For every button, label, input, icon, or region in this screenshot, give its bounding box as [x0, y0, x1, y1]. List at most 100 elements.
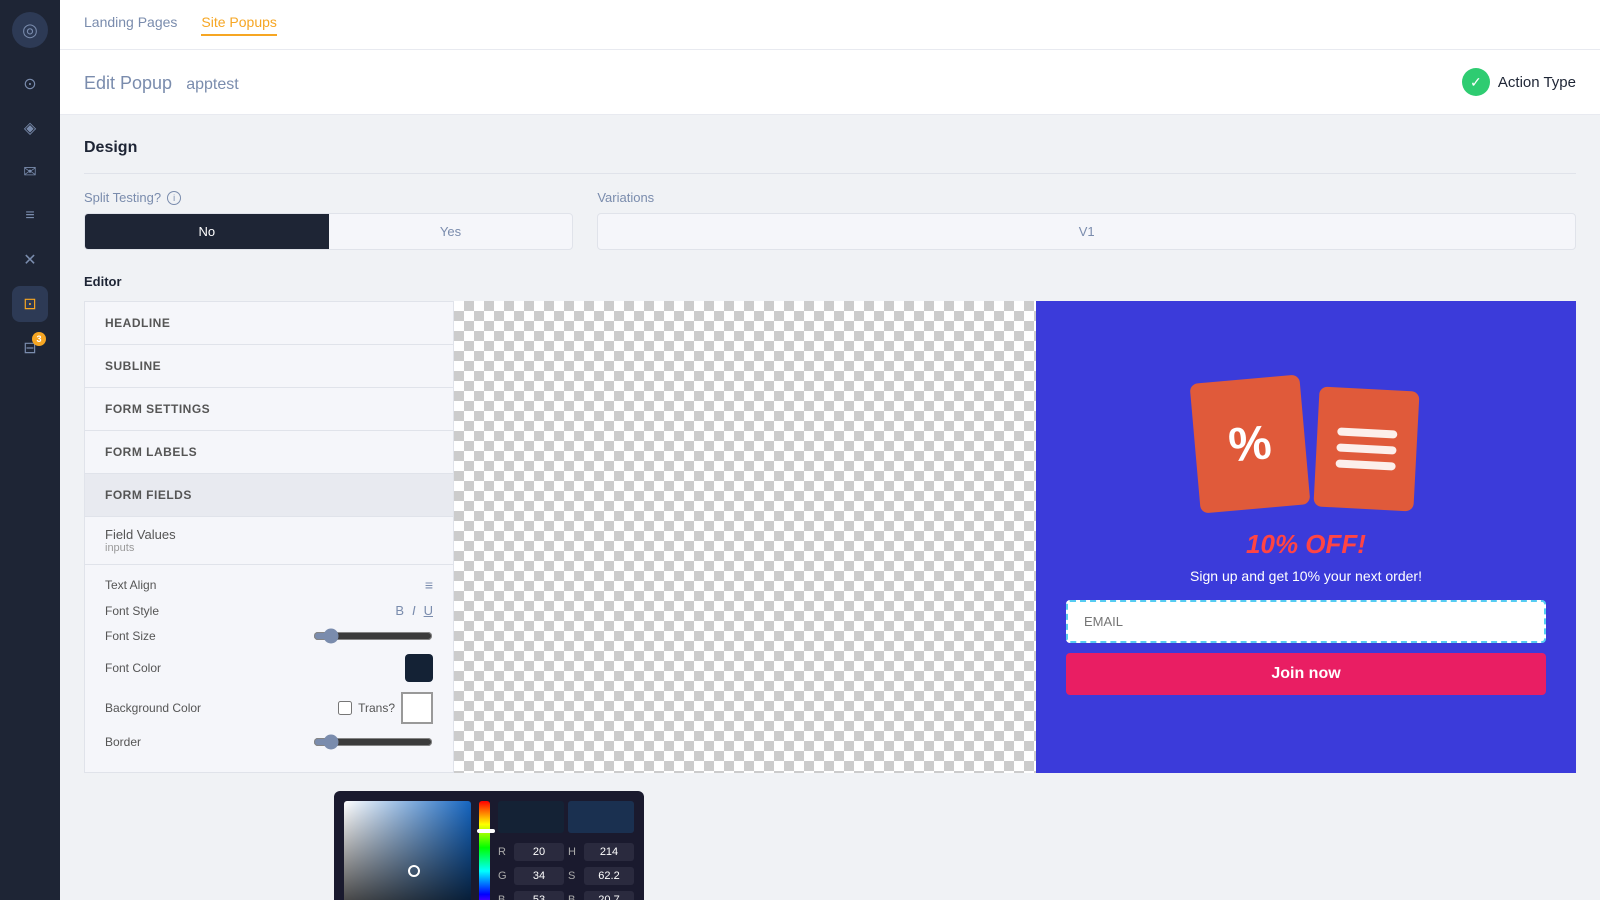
editor-area: HEADLINE SUBLINE FORM SETTINGS FORM LABE… — [84, 301, 1576, 773]
split-testing-col: Split Testing? i No Yes — [84, 190, 573, 250]
font-size-row: Font Size — [105, 628, 433, 644]
page-title: Edit Popup apptest — [84, 69, 239, 94]
action-type-button[interactable]: ✓ Action Type — [1462, 68, 1576, 96]
field-values-sub: inputs — [105, 542, 433, 554]
line-bar-1 — [1337, 427, 1397, 438]
font-style-value: B I U — [395, 603, 433, 618]
align-left-icon[interactable]: ≡ — [425, 577, 433, 593]
variations-label: Variations — [597, 190, 1576, 205]
g-input[interactable] — [514, 867, 564, 885]
background-color-row: Background Color Trans? — [105, 692, 433, 724]
picker-controls: R H G S B B — [498, 801, 634, 900]
r-input-row: R H — [498, 843, 634, 861]
preview-canvas: % 10% OFF! Sign up and get 10% your next… — [454, 301, 1576, 773]
sidebar-icon-integrations[interactable]: ✕ — [12, 242, 48, 278]
line-bar-2 — [1336, 443, 1396, 454]
font-style-row: Font Style B I U — [105, 603, 433, 618]
popup-tagline: Sign up and get 10% your next order! — [1190, 568, 1422, 584]
border-slider[interactable] — [313, 734, 433, 750]
font-size-slider[interactable] — [313, 628, 433, 644]
analytics-icon: ◈ — [24, 118, 36, 138]
hue-indicator — [477, 829, 495, 833]
text-align-value: ≡ — [425, 577, 433, 593]
font-color-row: Font Color — [105, 654, 433, 682]
app-logo: ◎ — [12, 12, 48, 48]
g-label: G — [498, 870, 510, 882]
b2-label: B — [568, 894, 580, 900]
h-input[interactable] — [584, 843, 634, 861]
split-yes-button[interactable]: Yes — [329, 214, 573, 249]
font-color-label: Font Color — [105, 661, 161, 675]
editor-controls: Text Align ≡ Font Style B I U — [85, 565, 453, 772]
tab-landing-pages[interactable]: Landing Pages — [84, 14, 177, 36]
popup-join-button[interactable]: Join now — [1066, 653, 1546, 695]
border-label: Border — [105, 735, 141, 749]
sidebar-icon-popup[interactable]: ⊡ — [12, 286, 48, 322]
integrations-icon: ✕ — [23, 250, 36, 270]
popup-illustration: % — [1195, 379, 1417, 509]
action-type-check-icon: ✓ — [1462, 68, 1490, 96]
dashboard-icon: ⊙ — [23, 74, 36, 94]
border-row: Border — [105, 734, 433, 750]
color-gradient-area[interactable] — [344, 801, 471, 900]
sidebar-icon-analytics[interactable]: ◈ — [12, 110, 48, 146]
b2-input[interactable] — [584, 891, 634, 900]
lines-tag — [1313, 386, 1419, 511]
design-section-title: Design — [84, 139, 1576, 157]
menu-form-settings[interactable]: FORM SETTINGS — [85, 388, 453, 431]
email-icon: ✉ — [23, 162, 36, 182]
color-preview-old — [568, 801, 634, 833]
menu-subline[interactable]: SUBLINE — [85, 345, 453, 388]
r-input[interactable] — [514, 843, 564, 861]
split-no-button[interactable]: No — [85, 214, 329, 249]
font-style-label: Font Style — [105, 604, 159, 618]
info-icon[interactable]: i — [167, 191, 181, 205]
color-picker-popup: R H G S B B — [334, 791, 644, 900]
menu-headline[interactable]: HEADLINE — [85, 302, 453, 345]
text-align-row: Text Align ≡ — [105, 577, 433, 593]
sidebar-icon-pages[interactable]: ≡ — [12, 198, 48, 234]
font-size-label: Font Size — [105, 629, 156, 643]
pages-icon: ≡ — [25, 207, 34, 225]
trans-checkbox[interactable] — [338, 701, 352, 715]
h-label: H — [568, 846, 580, 858]
menu-form-fields[interactable]: FORM FIELDS — [85, 474, 453, 517]
italic-icon[interactable]: I — [412, 603, 416, 618]
hue-slider[interactable] — [479, 801, 490, 900]
field-values-area: Field Values inputs — [85, 517, 453, 565]
bg-color-swatch[interactable] — [401, 692, 433, 724]
sidebar-icon-notifications[interactable]: ⊟ 3 — [12, 330, 48, 366]
sidebar-icon-dashboard[interactable]: ⊙ — [12, 66, 48, 102]
text-align-label: Text Align — [105, 578, 156, 592]
s-input[interactable] — [584, 867, 634, 885]
percent-tag: % — [1190, 374, 1311, 513]
split-testing-label: Split Testing? i — [84, 190, 573, 205]
page-title-area: Edit Popup apptest — [84, 69, 239, 95]
line-bar-3 — [1335, 459, 1395, 470]
tab-site-popups[interactable]: Site Popups — [201, 14, 277, 36]
font-color-swatch[interactable] — [405, 654, 433, 682]
field-values-label: Field Values — [105, 527, 433, 542]
split-testing-toggle: No Yes — [84, 213, 573, 250]
sidebar-icon-email[interactable]: ✉ — [12, 154, 48, 190]
top-navigation: Landing Pages Site Popups — [60, 0, 1600, 50]
notifications-badge: 3 — [32, 332, 46, 346]
background-color-label: Background Color — [105, 701, 201, 715]
color-preview-new — [498, 801, 564, 833]
popup-email-input[interactable] — [1066, 600, 1546, 643]
popup-discount-text: 10% OFF! — [1246, 529, 1366, 560]
popup-icon: ⊡ — [23, 294, 36, 314]
menu-form-labels[interactable]: FORM LABELS — [85, 431, 453, 474]
b-input-row: B B — [498, 891, 634, 900]
editor-section-title: Editor — [84, 274, 1576, 289]
r-label: R — [498, 846, 510, 858]
variation-v1[interactable]: V1 — [597, 213, 1576, 250]
s-label: S — [568, 870, 580, 882]
sidebar: ◎ ⊙ ◈ ✉ ≡ ✕ ⊡ ⊟ 3 — [0, 0, 60, 900]
bold-icon[interactable]: B — [395, 603, 404, 618]
underline-icon[interactable]: U — [424, 603, 433, 618]
bg-color-area: Trans? — [338, 692, 433, 724]
popup-preview: % 10% OFF! Sign up and get 10% your next… — [1036, 301, 1576, 773]
b-input[interactable] — [514, 891, 564, 900]
trans-label: Trans? — [358, 701, 395, 715]
